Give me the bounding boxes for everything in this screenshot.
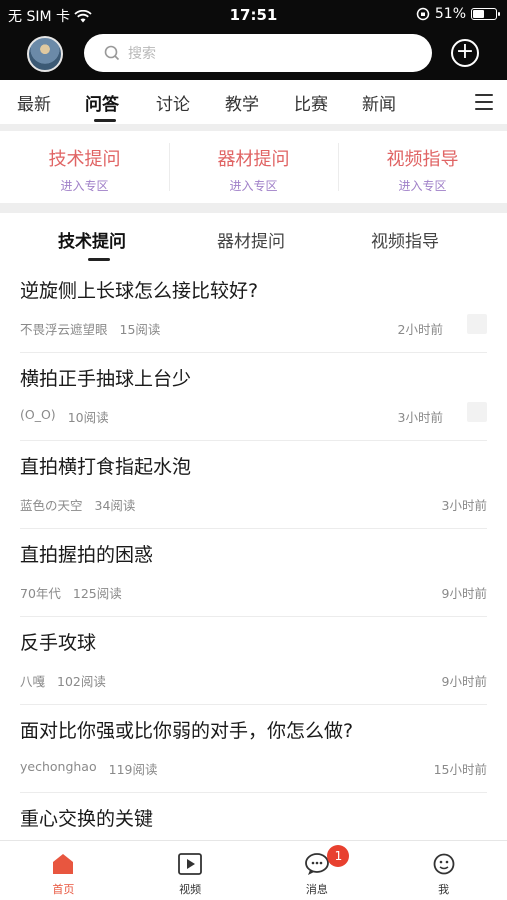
video-icon — [178, 853, 203, 875]
top-bar: 搜索 + — [0, 30, 507, 80]
post-meta: yechonghao 119阅读 — [20, 759, 157, 778]
battery-icon — [471, 8, 500, 20]
post-thumbnail — [467, 402, 487, 422]
post-meta: (O_O) 10阅读 — [20, 407, 109, 426]
post-author: yechonghao — [20, 759, 97, 774]
zone-video[interactable]: 视频指导 进入专区 — [338, 131, 507, 203]
post-thumbnail — [467, 314, 487, 334]
home-icon — [53, 854, 74, 874]
tab-qa[interactable]: 问答 — [85, 90, 119, 115]
plus-icon: + — [455, 39, 475, 64]
post-author: 蓝色の天空 — [20, 498, 83, 513]
bottom-tab-label: 首页 — [52, 883, 75, 896]
list-item[interactable]: 面对比你强或比你弱的对手，你怎么做? yechonghao 119阅读 15小时… — [20, 705, 487, 793]
sub-tabs: 技术提问 器材提问 视频指导 — [0, 213, 507, 263]
status-bar: 无 SIM 卡 17:51 51% — [0, 0, 507, 30]
post-author: 不畏浮云遮望眼 — [20, 322, 108, 337]
zone-subtitle: 进入专区 — [60, 179, 109, 193]
bottom-tab-label: 我 — [438, 883, 450, 896]
post-title: 直拍握拍的困惑 — [20, 544, 154, 566]
section-divider — [0, 203, 507, 213]
post-author: 八嘎 — [20, 674, 46, 689]
bottom-tab-home[interactable]: 首页 — [0, 841, 127, 900]
menu-icon[interactable] — [475, 94, 493, 110]
post-title: 直拍横打食指起水泡 — [20, 456, 192, 478]
bottom-tab-messages[interactable]: 1 消息 — [254, 841, 381, 900]
zone-title: 器材提问 — [217, 149, 290, 170]
unread-badge: 1 — [327, 845, 350, 867]
post-author: (O_O) — [20, 407, 56, 422]
post-meta: 八嘎 102阅读 — [20, 671, 106, 690]
bottom-tab-label: 消息 — [305, 883, 328, 896]
tab-match[interactable]: 比赛 — [294, 90, 328, 115]
section-divider — [0, 124, 507, 131]
tab-teaching[interactable]: 教学 — [225, 90, 259, 115]
list-item[interactable]: 逆旋侧上长球怎么接比较好? 不畏浮云遮望眼 15阅读 2小时前 — [20, 265, 487, 353]
zone-tech[interactable]: 技术提问 进入专区 — [0, 131, 169, 203]
post-title: 反手攻球 — [20, 632, 97, 654]
post-time: 3小时前 — [397, 410, 443, 425]
post-title: 面对比你强或比你弱的对手，你怎么做? — [20, 720, 354, 742]
post-time: 2小时前 — [397, 322, 443, 337]
zone-title: 视频指导 — [386, 149, 459, 170]
active-tab-indicator — [94, 119, 116, 122]
zone-title: 技术提问 — [48, 149, 121, 170]
subtab-video[interactable]: 视频指导 — [371, 227, 439, 252]
zone-subtitle: 进入专区 — [229, 179, 278, 193]
tab-news[interactable]: 新闻 — [362, 90, 396, 115]
post-title: 横拍正手抽球上台少 — [20, 368, 192, 390]
bottom-tab-video[interactable]: 视频 — [127, 841, 254, 900]
zone-subtitle: 进入专区 — [398, 179, 447, 193]
bottom-tab-profile[interactable]: 我 — [380, 841, 507, 900]
post-meta: 70年代 125阅读 — [20, 583, 122, 602]
post-time: 3小时前 — [441, 498, 487, 513]
search-placeholder: 搜索 — [128, 46, 156, 62]
bottom-nav: 首页 视频 1 消息 我 — [0, 840, 507, 900]
subtab-equipment[interactable]: 器材提问 — [217, 227, 285, 252]
bottom-tab-label: 视频 — [179, 883, 202, 896]
post-meta: 不畏浮云遮望眼 15阅读 — [20, 319, 160, 338]
post-author: 70年代 — [20, 586, 61, 601]
tab-latest[interactable]: 最新 — [17, 90, 51, 115]
subtab-tech[interactable]: 技术提问 — [58, 227, 126, 252]
list-item[interactable]: 反手攻球 八嘎 102阅读 9小时前 — [20, 617, 487, 705]
category-tabs: 最新 问答 讨论 教学 比赛 新闻 — [0, 80, 507, 124]
post-reads: 119阅读 — [108, 762, 158, 777]
post-reads: 34阅读 — [94, 498, 136, 513]
add-button[interactable]: + — [451, 39, 479, 67]
search-icon — [104, 45, 120, 61]
post-reads: 102阅读 — [57, 674, 106, 689]
battery-percent: 51% — [434, 6, 466, 22]
zone-entries: 技术提问 进入专区 器材提问 进入专区 视频指导 进入专区 — [0, 131, 507, 203]
zone-equipment[interactable]: 器材提问 进入专区 — [169, 131, 338, 203]
tab-discussion[interactable]: 讨论 — [156, 90, 190, 115]
status-right: 51% — [416, 6, 500, 22]
post-time: 15小时前 — [433, 762, 487, 777]
list-item[interactable]: 横拍正手抽球上台少 (O_O) 10阅读 3小时前 — [20, 353, 487, 441]
list-item[interactable]: 直拍横打食指起水泡 蓝色の天空 34阅读 3小时前 — [20, 441, 487, 529]
post-meta: 蓝色の天空 34阅读 — [20, 495, 135, 514]
post-title: 重心交换的关键 — [20, 808, 154, 830]
post-reads: 15阅读 — [119, 322, 161, 337]
post-reads: 125阅读 — [72, 586, 122, 601]
message-icon — [304, 853, 329, 875]
post-time: 9小时前 — [441, 586, 487, 601]
post-time: 9小时前 — [441, 674, 487, 689]
profile-icon — [433, 853, 455, 875]
post-reads: 10阅读 — [67, 410, 109, 425]
post-title: 逆旋侧上长球怎么接比较好? — [20, 280, 259, 302]
list-item[interactable]: 直拍握拍的困惑 70年代 125阅读 9小时前 — [20, 529, 487, 617]
active-subtab-indicator — [88, 258, 110, 261]
post-list: 逆旋侧上长球怎么接比较好? 不畏浮云遮望眼 15阅读 2小时前 横拍正手抽球上台… — [0, 265, 507, 881]
rotation-lock-icon — [416, 7, 430, 21]
search-input[interactable]: 搜索 — [84, 34, 432, 72]
avatar[interactable] — [27, 36, 63, 72]
battery-fill — [473, 10, 484, 18]
